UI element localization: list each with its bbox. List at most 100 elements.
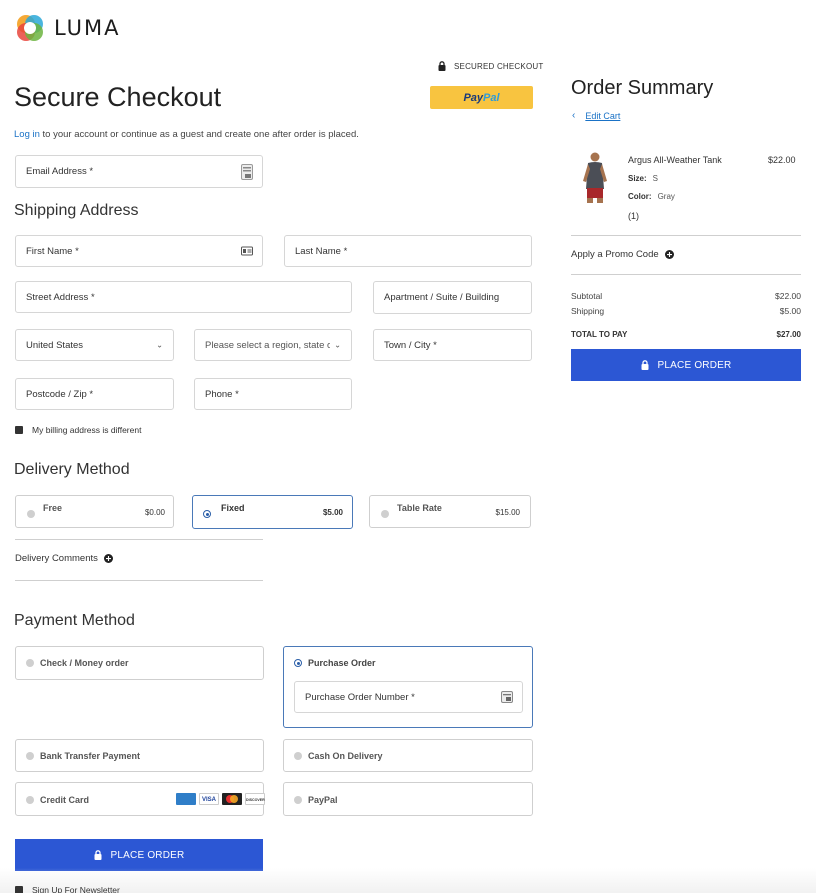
total-label: TOTAL TO PAY	[571, 330, 628, 339]
payment-paypal-label: PayPal	[308, 795, 338, 805]
delivery-option-fixed-label: Fixed	[221, 503, 245, 513]
radio-table-rate[interactable]	[381, 510, 389, 518]
country-value: United States	[26, 339, 84, 351]
product-name: Argus All-Weather Tank	[628, 155, 722, 165]
brand-name: LUMA	[54, 16, 121, 40]
radio-cash-on-delivery[interactable]	[294, 752, 302, 760]
radio-purchase-order[interactable]	[294, 659, 302, 667]
last-name-field[interactable]: Last Name *	[284, 235, 532, 267]
footer-fade	[0, 868, 816, 893]
payment-option-bank-transfer[interactable]: Bank Transfer Payment	[15, 739, 264, 772]
paypal-logo-part2: Pal	[483, 91, 500, 104]
payment-method-heading: Payment Method	[14, 612, 135, 629]
billing-different-checkbox-row[interactable]: My billing address is different	[15, 425, 141, 435]
radio-bank-transfer[interactable]	[26, 752, 34, 760]
payment-option-purchase-order[interactable]: Purchase Order Purchase Order Number *	[283, 646, 533, 728]
chevron-left-icon: ‹	[572, 110, 576, 121]
amex-card-icon	[176, 793, 196, 805]
delivery-option-table-rate-price: $15.00	[495, 508, 520, 517]
login-prompt: Log in to your account or continue as a …	[14, 129, 359, 140]
payment-option-check-money[interactable]: Check / Money order	[15, 646, 264, 680]
delivery-comments-label: Delivery Comments	[15, 553, 98, 564]
newsletter-checkbox[interactable]	[15, 886, 23, 893]
payment-option-credit-card[interactable]: Credit Card VISA DISCOVER	[15, 782, 265, 816]
delivery-option-free[interactable]: Free $0.00	[15, 495, 174, 528]
radio-check-money[interactable]	[26, 659, 34, 667]
postcode-field[interactable]: Postcode / Zip *	[15, 378, 174, 410]
plus-circle-icon	[103, 554, 113, 563]
document-icon	[501, 691, 513, 703]
first-name-field[interactable]: First Name *	[15, 235, 263, 267]
luma-logo[interactable]: LUMA	[14, 11, 134, 45]
first-name-label: First Name *	[26, 245, 79, 257]
product-price: $22.00	[768, 155, 796, 165]
product-size-value: S	[652, 174, 659, 183]
billing-different-checkbox[interactable]	[15, 426, 23, 434]
region-placeholder: Please select a region, state or provinc…	[205, 339, 330, 351]
email-field[interactable]: Email Address *	[15, 155, 263, 188]
edit-cart-link[interactable]: ‹ Edit Cart	[572, 110, 620, 121]
product-color: Color: Gray	[628, 192, 675, 201]
email-field-label: Email Address *	[26, 166, 94, 177]
radio-free[interactable]	[27, 510, 35, 518]
page-title: Secure Checkout	[14, 82, 222, 112]
purchase-order-number-label: Purchase Order Number *	[305, 691, 415, 703]
card-brand-logos: VISA DISCOVER	[173, 793, 265, 805]
delivery-option-fixed-price: $5.00	[322, 508, 343, 517]
chevron-down-icon: ⌄	[334, 340, 341, 350]
luma-logo-icon	[17, 15, 43, 41]
town-city-label: Town / City *	[384, 339, 437, 351]
product-qty: (1)	[628, 211, 639, 221]
summary-place-order-button[interactable]: PLACE ORDER	[571, 349, 801, 381]
summary-place-order-label: PLACE ORDER	[657, 359, 732, 371]
newsletter-checkbox-row[interactable]: Sign Up For Newsletter	[15, 885, 120, 893]
divider	[15, 580, 263, 581]
purchase-order-number-field[interactable]: Purchase Order Number *	[294, 681, 523, 713]
payment-purchase-order-label: Purchase Order	[308, 658, 376, 668]
country-select[interactable]: United States ⌄	[15, 329, 174, 361]
delivery-comments-toggle[interactable]: Delivery Comments	[15, 553, 113, 564]
radio-paypal[interactable]	[294, 796, 302, 804]
region-select[interactable]: Please select a region, state or provinc…	[194, 329, 352, 361]
promo-code-label: Apply a Promo Code	[571, 249, 659, 260]
phone-label: Phone *	[205, 388, 239, 400]
shipping-address-heading: Shipping Address	[14, 202, 139, 219]
subtotal-label: Subtotal	[571, 291, 603, 301]
lock-icon	[641, 360, 649, 370]
radio-credit-card[interactable]	[26, 796, 34, 804]
street-address-field[interactable]: Street Address *	[15, 281, 352, 313]
payment-option-paypal[interactable]: PayPal	[283, 782, 533, 816]
product-color-value: Gray	[657, 192, 675, 201]
newsletter-label: Sign Up For Newsletter	[32, 885, 120, 893]
secured-checkout-badge: SECURED CHECKOUT	[438, 61, 543, 71]
contact-card-icon	[241, 163, 253, 180]
paypal-logo-part1: Pay	[463, 91, 484, 104]
street-address-label: Street Address *	[26, 291, 95, 303]
radio-fixed[interactable]	[203, 510, 211, 518]
apartment-field[interactable]: Apartment / Suite / Building	[373, 281, 532, 314]
shipping-label: Shipping	[571, 306, 605, 316]
delivery-method-heading: Delivery Method	[14, 461, 130, 478]
product-color-label: Color:	[628, 192, 652, 201]
phone-field[interactable]: Phone *	[194, 378, 352, 410]
product-size: Size: S	[628, 174, 658, 183]
divider	[15, 539, 263, 540]
town-city-field[interactable]: Town / City *	[373, 329, 532, 361]
payment-option-cash-on-delivery[interactable]: Cash On Delivery	[283, 739, 533, 772]
payment-cash-on-delivery-label: Cash On Delivery	[308, 751, 383, 761]
product-image	[578, 151, 612, 203]
payment-bank-transfer-label: Bank Transfer Payment	[40, 751, 141, 761]
promo-code-toggle[interactable]: Apply a Promo Code	[571, 249, 674, 260]
edit-cart-label: Edit Cart	[585, 110, 621, 121]
login-link[interactable]: Log in	[14, 129, 40, 140]
place-order-label: PLACE ORDER	[110, 849, 185, 861]
paypal-express-button[interactable]: Pay Pal	[430, 86, 533, 109]
place-order-button[interactable]: PLACE ORDER	[15, 839, 263, 871]
total-row: TOTAL TO PAY $27.00	[571, 330, 801, 339]
id-card-icon	[241, 246, 253, 256]
discover-card-icon: DISCOVER	[245, 793, 265, 805]
delivery-option-table-rate[interactable]: Table Rate $15.00	[369, 495, 531, 528]
delivery-option-fixed[interactable]: Fixed $5.00	[192, 495, 353, 529]
subtotal-row: Subtotal $22.00	[571, 291, 801, 301]
plus-circle-icon	[664, 250, 674, 259]
